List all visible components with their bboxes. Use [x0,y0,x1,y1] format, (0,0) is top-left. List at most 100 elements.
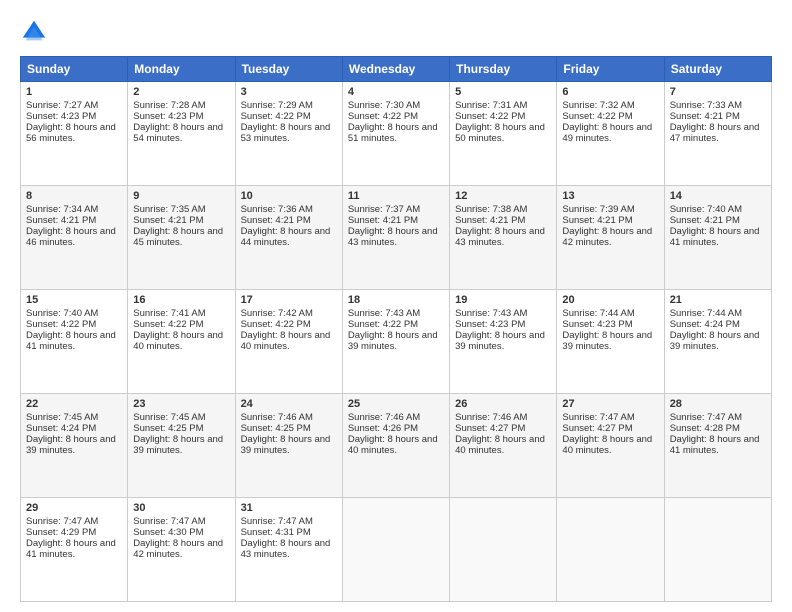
daylight-label: Daylight: 8 hours and 41 minutes. [670,434,760,456]
sunrise-label: Sunrise: 7:47 AM [133,516,205,527]
sunset-label: Sunset: 4:22 PM [348,319,418,330]
header [20,18,772,46]
sunset-label: Sunset: 4:29 PM [26,527,96,538]
day-number: 5 [455,86,551,98]
daylight-label: Daylight: 8 hours and 40 minutes. [241,330,331,352]
daylight-label: Daylight: 8 hours and 45 minutes. [133,226,223,248]
day-cell: 19Sunrise: 7:43 AMSunset: 4:23 PMDayligh… [450,290,557,394]
daylight-label: Daylight: 8 hours and 54 minutes. [133,122,223,144]
day-cell: 23Sunrise: 7:45 AMSunset: 4:25 PMDayligh… [128,394,235,498]
sunrise-label: Sunrise: 7:46 AM [455,412,527,423]
day-cell: 31Sunrise: 7:47 AMSunset: 4:31 PMDayligh… [235,498,342,602]
daylight-label: Daylight: 8 hours and 42 minutes. [562,226,652,248]
sunset-label: Sunset: 4:21 PM [670,215,740,226]
day-cell: 22Sunrise: 7:45 AMSunset: 4:24 PMDayligh… [21,394,128,498]
sunrise-label: Sunrise: 7:47 AM [670,412,742,423]
sunset-label: Sunset: 4:21 PM [455,215,525,226]
sunrise-label: Sunrise: 7:47 AM [26,516,98,527]
day-cell: 18Sunrise: 7:43 AMSunset: 4:22 PMDayligh… [342,290,449,394]
day-number: 26 [455,398,551,410]
day-cell: 1Sunrise: 7:27 AMSunset: 4:23 PMDaylight… [21,82,128,186]
day-cell: 12 Sunrise: 7:38 AMSunset: 4:21 PMDayligh… [450,186,557,290]
sunrise-label: Sunrise: 7:38 AM [455,204,527,215]
daylight-label: Daylight: 8 hours and 39 minutes. [26,434,116,456]
sunset-label: Sunset: 4:22 PM [241,111,311,122]
day-number: 3 [241,86,337,98]
day-cell: 27Sunrise: 7:47 AMSunset: 4:27 PMDayligh… [557,394,664,498]
day-cell: 11Sunrise: 7:37 AMSunset: 4:21 PMDayligh… [342,186,449,290]
daylight-label: Daylight: 8 hours and 39 minutes. [562,330,652,352]
page: SundayMondayTuesdayWednesdayThursdayFrid… [0,0,792,612]
day-cell: 30Sunrise: 7:47 AMSunset: 4:30 PMDayligh… [128,498,235,602]
daylight-label: Daylight: 8 hours and 47 minutes. [670,122,760,144]
sunrise-label: Sunrise: 7:47 AM [562,412,634,423]
daylight-label: Daylight: 8 hours and 44 minutes. [241,226,331,248]
day-cell: 24Sunrise: 7:46 AMSunset: 4:25 PMDayligh… [235,394,342,498]
day-number: 24 [241,398,337,410]
weekday-header-thursday: Thursday [450,57,557,82]
day-cell: 29Sunrise: 7:47 AMSunset: 4:29 PMDayligh… [21,498,128,602]
sunset-label: Sunset: 4:23 PM [133,111,203,122]
weekday-header-wednesday: Wednesday [342,57,449,82]
day-cell: 21 Sunrise: 7:44 AMSunset: 4:24 PMDayligh… [664,290,771,394]
day-cell: 14Sunrise: 7:40 AMSunset: 4:21 PMDayligh… [664,186,771,290]
logo-icon [20,18,48,46]
daylight-label: Daylight: 8 hours and 39 minutes. [455,330,545,352]
day-number: 8 [26,190,122,202]
sunset-label: Sunset: 4:22 PM [348,111,418,122]
day-number: 12 [455,190,551,202]
daylight-label: Daylight: 8 hours and 40 minutes. [562,434,652,456]
daylight-label: Daylight: 8 hours and 43 minutes. [348,226,438,248]
weekday-header-sunday: Sunday [21,57,128,82]
sunrise-label: Sunrise: 7:41 AM [133,308,205,319]
week-row-4: 22Sunrise: 7:45 AMSunset: 4:24 PMDayligh… [21,394,772,498]
daylight-label: Daylight: 8 hours and 43 minutes. [455,226,545,248]
sunset-label: Sunset: 4:25 PM [133,423,203,434]
day-cell: 28Sunrise: 7:47 AMSunset: 4:28 PMDayligh… [664,394,771,498]
weekday-header-row: SundayMondayTuesdayWednesdayThursdayFrid… [21,57,772,82]
weekday-header-monday: Monday [128,57,235,82]
sunrise-label: Sunrise: 7:43 AM [348,308,420,319]
sunrise-label: Sunrise: 7:42 AM [241,308,313,319]
daylight-label: Daylight: 8 hours and 41 minutes. [670,226,760,248]
sunrise-label: Sunrise: 7:44 AM [670,308,742,319]
day-cell: 5Sunrise: 7:31 AMSunset: 4:22 PMDaylight… [450,82,557,186]
daylight-label: Daylight: 8 hours and 51 minutes. [348,122,438,144]
sunrise-label: Sunrise: 7:35 AM [133,204,205,215]
sunset-label: Sunset: 4:24 PM [26,423,96,434]
sunrise-label: Sunrise: 7:43 AM [455,308,527,319]
daylight-label: Daylight: 8 hours and 39 minutes. [670,330,760,352]
day-cell: 3Sunrise: 7:29 AMSunset: 4:22 PMDaylight… [235,82,342,186]
week-row-2: 8Sunrise: 7:34 AMSunset: 4:21 PMDaylight… [21,186,772,290]
day-cell: 7Sunrise: 7:33 AMSunset: 4:21 PMDaylight… [664,82,771,186]
weekday-header-tuesday: Tuesday [235,57,342,82]
sunrise-label: Sunrise: 7:34 AM [26,204,98,215]
calendar-table: SundayMondayTuesdayWednesdayThursdayFrid… [20,56,772,602]
sunset-label: Sunset: 4:24 PM [670,319,740,330]
day-cell: 20Sunrise: 7:44 AMSunset: 4:23 PMDayligh… [557,290,664,394]
sunrise-label: Sunrise: 7:29 AM [241,100,313,111]
sunset-label: Sunset: 4:21 PM [670,111,740,122]
sunset-label: Sunset: 4:26 PM [348,423,418,434]
day-cell: 2Sunrise: 7:28 AMSunset: 4:23 PMDaylight… [128,82,235,186]
sunset-label: Sunset: 4:21 PM [241,215,311,226]
sunrise-label: Sunrise: 7:31 AM [455,100,527,111]
daylight-label: Daylight: 8 hours and 49 minutes. [562,122,652,144]
day-number: 21 [670,294,766,306]
day-number: 10 [241,190,337,202]
sunset-label: Sunset: 4:27 PM [455,423,525,434]
sunset-label: Sunset: 4:22 PM [241,319,311,330]
sunrise-label: Sunrise: 7:27 AM [26,100,98,111]
day-number: 19 [455,294,551,306]
day-number: 13 [562,190,658,202]
daylight-label: Daylight: 8 hours and 42 minutes. [133,538,223,560]
sunset-label: Sunset: 4:21 PM [562,215,632,226]
day-number: 6 [562,86,658,98]
day-number: 28 [670,398,766,410]
day-cell: 26Sunrise: 7:46 AMSunset: 4:27 PMDayligh… [450,394,557,498]
day-cell: 15Sunrise: 7:40 AMSunset: 4:22 PMDayligh… [21,290,128,394]
sunset-label: Sunset: 4:22 PM [26,319,96,330]
daylight-label: Daylight: 8 hours and 46 minutes. [26,226,116,248]
sunset-label: Sunset: 4:23 PM [26,111,96,122]
daylight-label: Daylight: 8 hours and 41 minutes. [26,538,116,560]
